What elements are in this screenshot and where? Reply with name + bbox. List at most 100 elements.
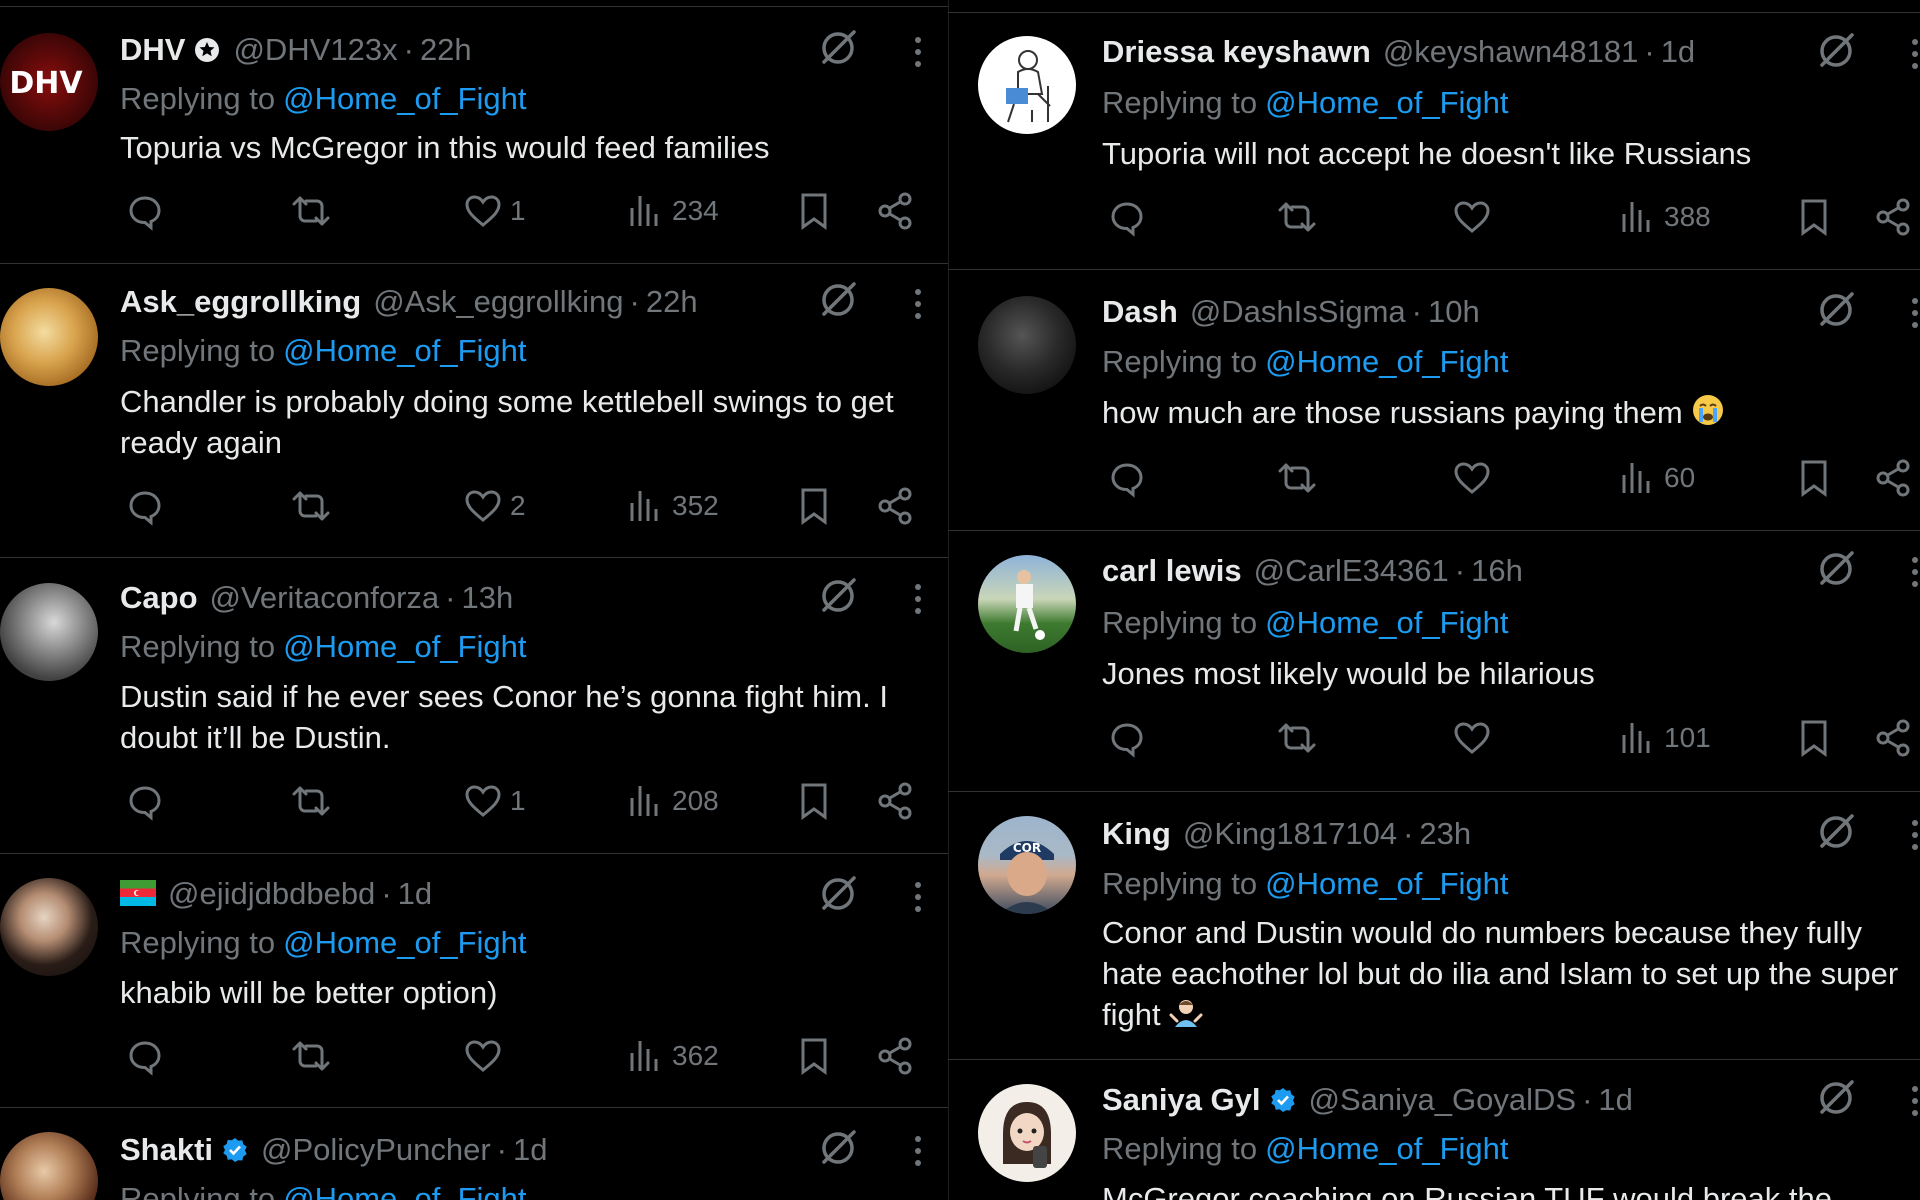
reply-tweet[interactable]: carl lewis @CarlE34361 · 16h Replying to… (948, 531, 1920, 792)
grok-icon[interactable] (1816, 812, 1856, 852)
more-icon[interactable] (1910, 296, 1920, 330)
more-icon[interactable] (1910, 37, 1920, 71)
share-button[interactable] (1872, 457, 1914, 499)
reply-target-link[interactable]: @Home_of_Fight (1265, 1131, 1508, 1166)
avatar[interactable] (0, 583, 98, 681)
reply-button[interactable] (1106, 196, 1148, 238)
reply-button[interactable] (124, 190, 166, 232)
avatar[interactable] (0, 288, 98, 386)
more-icon[interactable] (1910, 818, 1920, 852)
reply-tweet[interactable]: Saniya Gyl @Saniya_GoyalDS · 1d Replying… (948, 1060, 1920, 1200)
bookmark-button[interactable] (1793, 196, 1835, 238)
reply-tweet[interactable]: Capo @Veritaconforza · 13h Replying to @H… (0, 558, 948, 854)
grok-icon[interactable] (818, 28, 858, 68)
avatar[interactable] (978, 555, 1076, 653)
reply-tweet[interactable]: Ask_eggrollking @Ask_eggrollking · 22h R… (0, 264, 948, 558)
reply-target-link[interactable]: @Home_of_Fight (1265, 85, 1508, 120)
reply-button[interactable] (124, 1035, 166, 1077)
bookmark-button[interactable] (793, 485, 835, 527)
handle[interactable]: @Saniya_GoyalDS (1309, 1082, 1577, 1118)
reply-target-link[interactable]: @Home_of_Fight (1265, 605, 1508, 640)
retweet-button[interactable] (1276, 457, 1318, 499)
views-button[interactable]: 60 (1616, 457, 1695, 499)
reply-target-link[interactable]: @Home_of_Fight (283, 925, 526, 960)
bookmark-button[interactable] (793, 190, 835, 232)
timestamp[interactable]: 10h (1428, 294, 1480, 330)
timestamp[interactable]: 1d (513, 1132, 547, 1168)
reply-target-link[interactable]: @Home_of_Fight (283, 629, 526, 664)
avatar[interactable] (978, 296, 1076, 394)
reply-tweet[interactable]: @ejidjdbdbebd · 1d Replying to @Home_of_F… (0, 854, 948, 1108)
views-button[interactable]: 352 (624, 485, 719, 527)
handle[interactable]: @PolicyPuncher (261, 1132, 491, 1168)
handle[interactable]: @Ask_eggrollking (373, 284, 623, 320)
retweet-button[interactable] (1276, 717, 1318, 759)
display-name[interactable]: carl lewis (1102, 553, 1242, 589)
views-button[interactable]: 362 (624, 1035, 719, 1077)
reply-tweet[interactable]: DHV DHV @DHV123x · 22h Replying to @Home_… (0, 0, 948, 264)
display-name[interactable]: Ask_eggrollking (120, 284, 361, 320)
more-icon[interactable] (1910, 1084, 1920, 1118)
reply-target-link[interactable]: @Home_of_Fight (1265, 866, 1508, 901)
like-button[interactable]: 2 (462, 485, 526, 527)
share-button[interactable] (1872, 196, 1914, 238)
share-button[interactable] (874, 485, 916, 527)
like-button[interactable]: 1 (462, 190, 526, 232)
handle[interactable]: @DHV123x (233, 32, 397, 68)
reply-tweet[interactable]: Driessa keyshawn @keyshawn48181 · 1d Rep… (948, 0, 1920, 270)
timestamp[interactable]: 1d (1661, 34, 1695, 70)
share-button[interactable] (874, 190, 916, 232)
retweet-button[interactable] (290, 780, 332, 822)
avatar[interactable] (978, 36, 1076, 134)
grok-icon[interactable] (818, 1128, 858, 1168)
grok-icon[interactable] (818, 874, 858, 914)
retweet-button[interactable] (290, 1035, 332, 1077)
more-icon[interactable] (913, 1134, 923, 1168)
timestamp[interactable]: 23h (1419, 816, 1471, 852)
more-icon[interactable] (913, 880, 923, 914)
timestamp[interactable]: 22h (646, 284, 698, 320)
reply-target-link[interactable]: @Home_of_Fight (1265, 344, 1508, 379)
timestamp[interactable]: 1d (398, 876, 432, 912)
grok-icon[interactable] (1816, 1078, 1856, 1118)
reply-tweet[interactable]: Dash @DashIsSigma · 10h Replying to @Home… (948, 270, 1920, 531)
reply-target-link[interactable]: @Home_of_Fight (283, 81, 526, 116)
retweet-button[interactable] (290, 485, 332, 527)
avatar[interactable]: COR (978, 816, 1076, 914)
avatar[interactable]: DHV (0, 33, 98, 131)
bookmark-button[interactable] (1793, 457, 1835, 499)
more-icon[interactable] (1910, 555, 1920, 589)
display-name[interactable]: King (1102, 816, 1171, 852)
timestamp[interactable]: 13h (461, 580, 513, 616)
bookmark-button[interactable] (793, 780, 835, 822)
like-button[interactable] (1451, 717, 1493, 759)
reply-tweet[interactable]: COR King @King1817104 · 23h Replying to @… (948, 792, 1920, 1060)
display-name[interactable]: Shakti (120, 1132, 213, 1168)
more-icon[interactable] (913, 35, 923, 69)
bookmark-button[interactable] (793, 1035, 835, 1077)
handle[interactable]: @CarlE34361 (1254, 553, 1449, 589)
display-name[interactable]: Saniya Gyl (1102, 1082, 1261, 1118)
display-name[interactable]: DHV (120, 32, 185, 68)
grok-icon[interactable] (818, 280, 858, 320)
display-name[interactable]: Driessa keyshawn (1102, 34, 1371, 70)
grok-icon[interactable] (1816, 31, 1856, 71)
bookmark-button[interactable] (1793, 717, 1835, 759)
timestamp[interactable]: 22h (420, 32, 472, 68)
share-button[interactable] (874, 780, 916, 822)
handle[interactable]: @King1817104 (1183, 816, 1397, 852)
timestamp[interactable]: 16h (1471, 553, 1523, 589)
reply-target-link[interactable]: @Home_of_Fight (283, 1181, 526, 1200)
more-icon[interactable] (913, 582, 923, 616)
views-button[interactable]: 101 (1616, 717, 1711, 759)
handle[interactable]: @DashIsSigma (1190, 294, 1406, 330)
views-button[interactable]: 234 (624, 190, 719, 232)
like-button[interactable]: 1 (462, 780, 526, 822)
reply-tweet[interactable]: Shakti @PolicyPuncher · 1d Replying to @H… (0, 1108, 948, 1200)
display-name[interactable]: Dash (1102, 294, 1178, 330)
reply-button[interactable] (124, 485, 166, 527)
views-button[interactable]: 208 (624, 780, 719, 822)
reply-button[interactable] (1106, 717, 1148, 759)
like-button[interactable] (462, 1035, 504, 1077)
more-icon[interactable] (913, 287, 923, 321)
